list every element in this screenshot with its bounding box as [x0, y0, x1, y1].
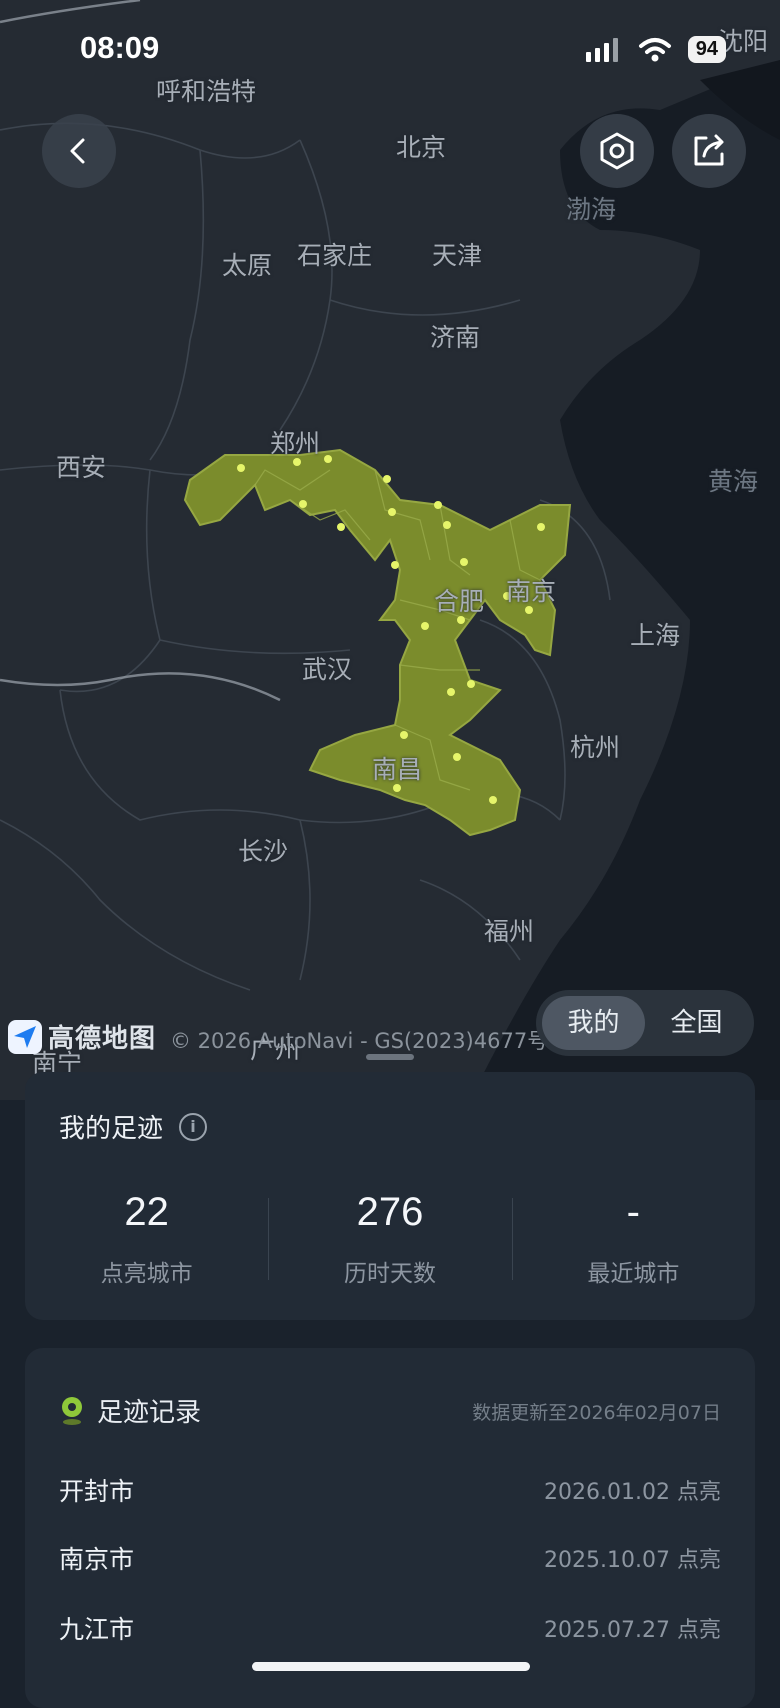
- record-city: 南京市: [59, 1545, 135, 1574]
- toggle-mine[interactable]: 我的: [542, 996, 645, 1050]
- stat-label: 最近城市: [587, 1261, 680, 1287]
- city-label-changsha: 长沙: [238, 837, 289, 866]
- city-label-nanjing: 南京: [506, 577, 557, 606]
- settings-button[interactable]: [580, 114, 654, 188]
- back-button[interactable]: [42, 114, 116, 188]
- stat-label: 点亮城市: [100, 1261, 193, 1287]
- stat-days: 276 历时天数: [268, 1190, 511, 1288]
- stat-value: 276: [356, 1190, 424, 1234]
- records-card: 足迹记录 数据更新至2026年02月07日 开封市 2026.01.02 点亮 …: [25, 1348, 755, 1708]
- footprint-card: 我的足迹 i 22 点亮城市 276 历时天数 - 最近城市: [25, 1072, 755, 1320]
- city-label-zhengzhou: 郑州: [270, 429, 321, 458]
- share-icon: [694, 134, 724, 166]
- sea-label-bohai: 渤海: [566, 195, 617, 224]
- record-row[interactable]: 南京市 2025.10.07 点亮: [59, 1540, 721, 1576]
- city-label-shanghai: 上海: [630, 621, 681, 650]
- city-label-jinan: 济南: [430, 323, 481, 352]
- city-label-shijiazhuang: 石家庄: [297, 241, 373, 270]
- city-label-nanchang: 南昌: [372, 755, 423, 784]
- footprint-title: 我的足迹: [59, 1114, 164, 1144]
- city-label-taiyuan: 太原: [222, 251, 273, 280]
- battery-indicator: 94: [687, 36, 726, 63]
- chevron-left-icon: [70, 138, 85, 164]
- record-city: 开封市: [59, 1477, 135, 1506]
- stat-label: 历时天数: [343, 1261, 436, 1287]
- sea-label-huanghai: 黄海: [708, 467, 759, 496]
- sheet-grabber[interactable]: [366, 1054, 414, 1060]
- city-label-wuhan: 武汉: [302, 655, 353, 684]
- record-date: 2025.07.27 点亮: [544, 1618, 721, 1643]
- toggle-national[interactable]: 全国: [645, 996, 748, 1050]
- stat-value: 22: [124, 1190, 169, 1234]
- footprint-title-row: 我的足迹 i: [59, 1108, 208, 1145]
- city-label-tianjin: 天津: [432, 241, 483, 270]
- wifi-icon: [638, 37, 671, 61]
- amap-logo: 高德地图: [8, 1018, 156, 1055]
- status-time: 08:09: [80, 30, 160, 65]
- city-label-hangzhou: 杭州: [570, 733, 621, 762]
- share-button[interactable]: [672, 114, 746, 188]
- stat-value: -: [626, 1190, 640, 1234]
- stat-recent-city: - 最近城市: [511, 1190, 755, 1288]
- stat-lit-cities: 22 点亮城市: [25, 1190, 268, 1288]
- records-header: 足迹记录: [59, 1392, 201, 1429]
- city-label-xian: 西安: [56, 453, 107, 482]
- city-label-hohhot: 呼和浩特: [156, 77, 257, 106]
- scope-toggle[interactable]: 我的 全国: [536, 990, 754, 1056]
- status-icons: 94: [585, 36, 726, 63]
- navigation-arrow-icon: [8, 1019, 42, 1054]
- map-copyright: © 2026 AutoNavi - GS(2023)4677号: [170, 1029, 549, 1053]
- location-pin-icon: [62, 1396, 82, 1425]
- records-updated: 数据更新至2026年02月07日: [472, 1402, 721, 1424]
- records-title: 足迹记录: [97, 1398, 202, 1428]
- home-indicator[interactable]: [252, 1662, 530, 1671]
- record-city: 九江市: [59, 1615, 135, 1644]
- hexagon-settings-icon: [600, 132, 634, 170]
- city-label-hefei: 合肥: [434, 587, 485, 616]
- record-row[interactable]: 九江市 2025.07.27 点亮: [59, 1610, 721, 1646]
- record-date: 2025.10.07 点亮: [544, 1548, 721, 1573]
- logo-text: 高德地图: [48, 1024, 157, 1054]
- footprint-stats: 22 点亮城市 276 历时天数 - 最近城市: [25, 1190, 755, 1288]
- map-view[interactable]: 呼和浩特 北京 沈阳 太原 石家庄 天津 渤海 济南 郑州 西安 黄海 合肥 南…: [0, 0, 780, 1100]
- city-label-beijing: 北京: [396, 133, 447, 162]
- info-icon[interactable]: i: [179, 1112, 208, 1141]
- visited-city-dots: [237, 455, 545, 804]
- signal-icon: [585, 37, 618, 62]
- record-date: 2026.01.02 点亮: [544, 1480, 721, 1505]
- city-label-fuzhou: 福州: [484, 917, 535, 946]
- record-row[interactable]: 开封市 2026.01.02 点亮: [59, 1472, 721, 1508]
